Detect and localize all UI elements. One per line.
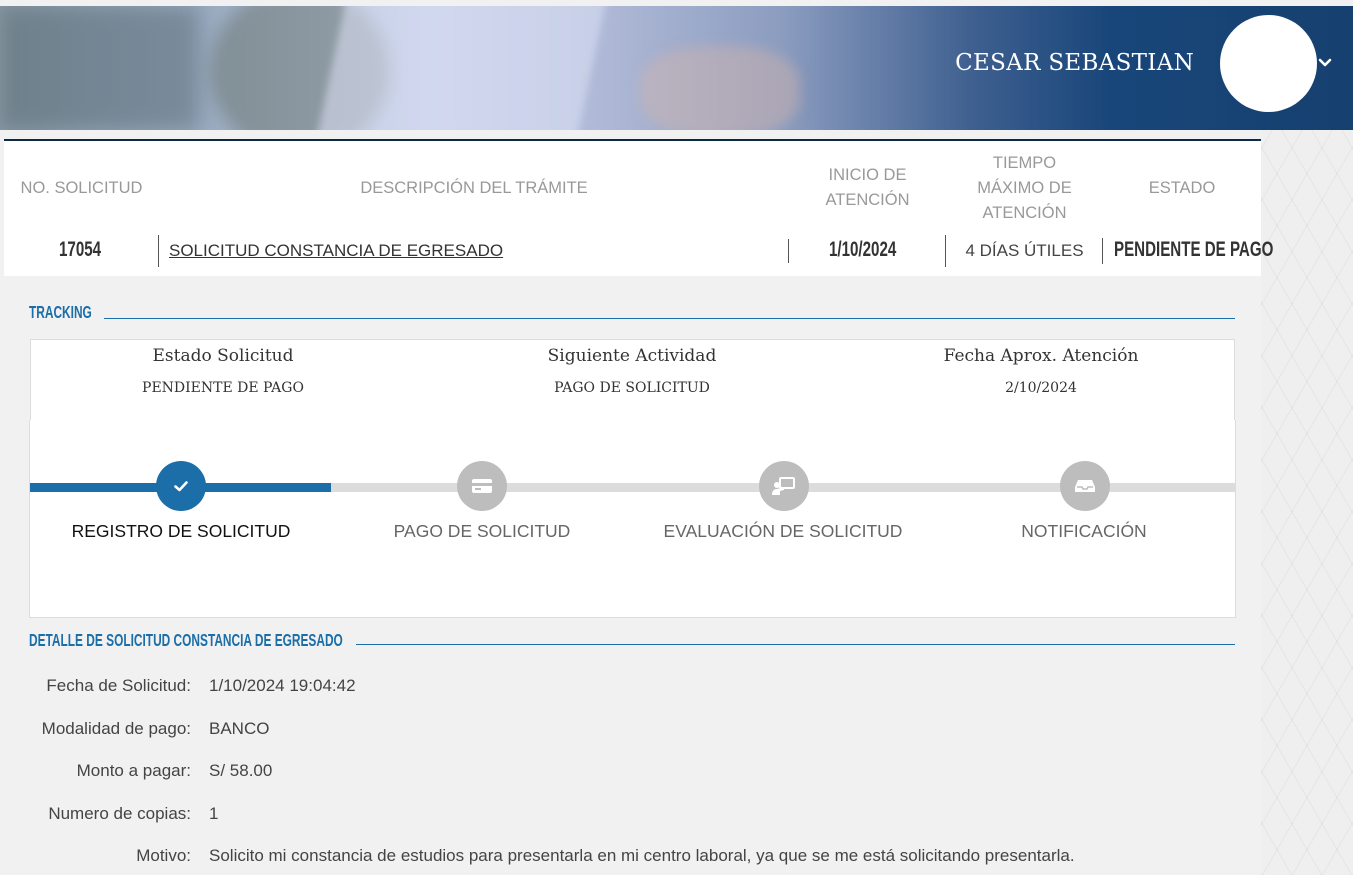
step-notificacion-label: NOTIFICACIÓN — [1021, 521, 1147, 541]
column-max-time-header: TIEMPO MÁXIMO DE ATENCIÓN — [977, 154, 1072, 222]
step-evaluacion-label: EVALUACIÓN DE SOLICITUD — [663, 521, 903, 541]
column-description-header: DESCRIPCIÓN DEL TRÁMITE — [360, 179, 588, 197]
inbox-icon — [1060, 461, 1110, 511]
column-status-header: ESTADO — [1148, 179, 1216, 197]
step-registro-check-icon — [156, 461, 206, 511]
detail-row-modalidad: Modalidad de pago: BANCO — [41, 719, 270, 738]
presentation-icon — [759, 461, 809, 511]
step-pago-label: PAGO DE SOLICITUD — [393, 521, 571, 541]
chevron-down-icon[interactable] — [1318, 56, 1332, 70]
request-description-link[interactable]: SOLICITUD CONSTANCIA DE EGRESADO — [169, 241, 503, 261]
tracking-info: Estado Solicitud PENDIENTE DE PAGO Sigui… — [30, 339, 1235, 421]
request-number: 17054 — [59, 238, 102, 261]
detail-title: DETALLE DE SOLICITUD CONSTANCIA DE EGRES… — [29, 630, 343, 650]
user-name[interactable]: CESAR SEBASTIAN — [955, 50, 1194, 76]
detail-row-copias: Numero de copias: 1 — [48, 804, 219, 823]
step-registro-label: REGISTRO DE SOLICITUD — [71, 521, 291, 541]
tracking-title: TRACKING — [29, 302, 92, 322]
tracking-next-activity: Siguiente Actividad PAGO DE SOLICITUD — [547, 346, 717, 396]
credit-card-icon — [457, 461, 507, 511]
status-badge: PENDIENTE DE PAGO — [1114, 238, 1274, 261]
request-start-date: 1/10/2024 — [829, 238, 897, 261]
column-number-header: NO. SOLICITUD — [20, 179, 143, 197]
detail-row-fecha: Fecha de Solicitud: 1/10/2024 19:04:42 — [46, 676, 356, 695]
request-max-time: 4 DÍAS ÚTILES — [965, 241, 1084, 260]
avatar[interactable] — [1220, 15, 1317, 112]
request-table: NO. SOLICITUD DESCRIPCIÓN DEL TRÁMITE IN… — [4, 139, 1273, 276]
detail-row-motivo: Motivo: Solicito mi constancia de estudi… — [136, 846, 1075, 865]
detail-row-monto: Monto a pagar: S/ 58.00 — [76, 761, 273, 780]
tracking-approx-date: Fecha Aprox. Atención 2/10/2024 — [943, 346, 1139, 396]
tracking-status: Estado Solicitud PENDIENTE DE PAGO — [142, 346, 304, 396]
column-start-header: INICIO DE ATENCIÓN — [825, 166, 910, 209]
tracking-stepper: REGISTRO DE SOLICITUD PAGO DE SOLICITUD … — [29, 420, 1236, 618]
